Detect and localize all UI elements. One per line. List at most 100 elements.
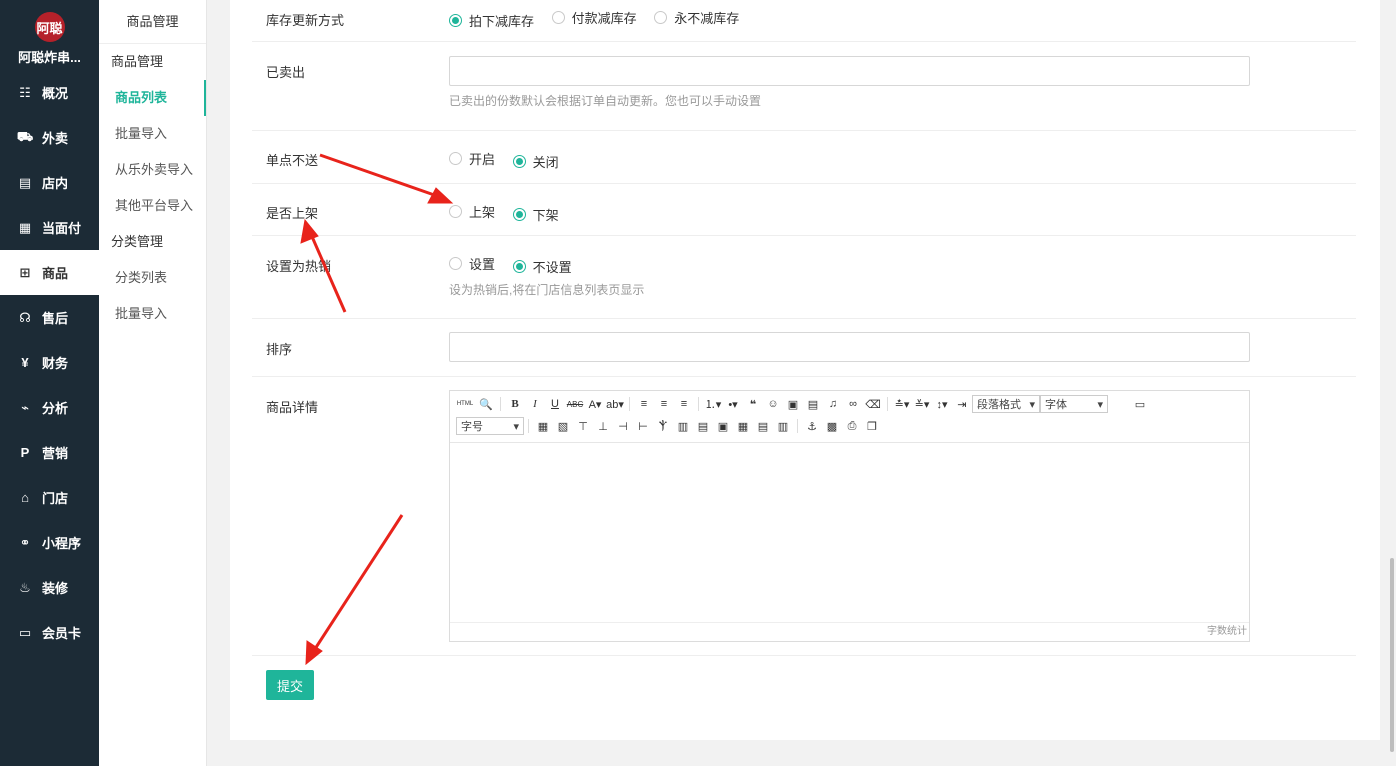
radio-shelf-on[interactable]: 上架 xyxy=(449,202,495,221)
goods-edit-form: 库存更新方式 拍下减库存 付款减库存 永不减库存 已卖出 已卖出的份数默认会根据… xyxy=(230,0,1380,740)
sidebar-item-pay[interactable]: ▦ 当面付 xyxy=(0,205,99,250)
sidebar-item-store[interactable]: ▤ 店内 xyxy=(0,160,99,205)
submit-button[interactable]: 提交 xyxy=(266,670,314,700)
radio-label: 设置 xyxy=(469,257,496,272)
font-color-icon[interactable]: A▾ xyxy=(585,395,605,413)
insert-table-icon[interactable]: ▦ xyxy=(533,417,553,435)
subnav-group-goods: 商品管理 xyxy=(111,54,164,69)
html-source-icon[interactable]: HTML xyxy=(454,395,476,413)
radio-stock-pay[interactable]: 付款减库存 xyxy=(551,8,637,27)
bold-icon[interactable]: B xyxy=(505,395,525,413)
radio-shelf-off[interactable]: 下架 xyxy=(512,205,559,224)
split-cells-icon[interactable]: ▦ xyxy=(733,417,753,435)
subnav-group-category: 分类管理 xyxy=(111,234,164,249)
subnav-item-category-list[interactable]: 分类列表 xyxy=(99,260,206,296)
merge-down-icon[interactable]: ▣ xyxy=(713,417,733,435)
row-spacing-top-icon[interactable]: ≛▾ xyxy=(892,395,912,413)
sidebar-item-finance[interactable]: ¥ 财务 xyxy=(0,340,99,385)
radio-hot-off[interactable]: 不设置 xyxy=(512,257,572,276)
print-icon[interactable]: ⎙ xyxy=(842,417,862,435)
main-sidebar: 阿聪 阿聪炸串... ☷ 概况 ⛟ 外卖 ▤ 店内 ▦ 当面付 ⊞ 商品 ☊ 售后 ¥ 财务 ⌁ 分析 P 营销 ⌂… xyxy=(0,0,99,766)
video-icon[interactable]: ▤ xyxy=(803,395,823,413)
paragraph-format-select[interactable]: 段落格式 ▾ xyxy=(972,395,1040,413)
delete-col-icon[interactable]: Ⲯ xyxy=(653,417,673,435)
blockquote-icon[interactable]: ❝ xyxy=(743,395,763,413)
page-scrollbar[interactable] xyxy=(1390,558,1394,752)
sidebar-item-miniprogram[interactable]: ⚭ 小程序 xyxy=(0,520,99,565)
sidebar-item-decoration[interactable]: ♨ 装修 xyxy=(0,565,99,610)
radio-label: 上架 xyxy=(469,205,496,220)
template-icon[interactable]: ❐ xyxy=(862,417,882,435)
insert-col-after-icon[interactable]: ⊢ xyxy=(633,417,653,435)
indent-icon[interactable]: ⇥ xyxy=(952,395,972,413)
split-rows-icon[interactable]: ▤ xyxy=(753,417,773,435)
toolbar-separator xyxy=(500,397,501,411)
eraser-icon[interactable]: ⌫ xyxy=(863,395,883,413)
insert-col-before-icon[interactable]: ⊣ xyxy=(613,417,633,435)
sidebar-item-label: 小程序 xyxy=(42,536,82,551)
highlight-icon[interactable]: ab▾ xyxy=(605,395,625,413)
toolbar-separator xyxy=(698,397,699,411)
align-right-icon[interactable]: ≡ xyxy=(674,395,694,413)
ordered-list-icon[interactable]: ⒈▾ xyxy=(703,395,723,413)
underline-icon[interactable]: U xyxy=(545,395,565,413)
sidebar-item-label: 门店 xyxy=(42,491,69,506)
overview-icon: ☷ xyxy=(19,84,31,100)
sort-input[interactable] xyxy=(449,332,1250,362)
align-left-icon[interactable]: ≡ xyxy=(634,395,654,413)
sidebar-item-overview[interactable]: ☷ 概况 xyxy=(0,70,99,115)
music-icon[interactable]: ♫ xyxy=(823,395,843,413)
page-break-icon[interactable]: ▩ xyxy=(822,417,842,435)
row-spacing-bottom-icon[interactable]: ≚▾ xyxy=(912,395,932,413)
radio-hot-on[interactable]: 设置 xyxy=(449,254,495,273)
font-family-select[interactable]: 字体 ▾ xyxy=(1040,395,1108,413)
fullscreen-icon[interactable]: ▭ xyxy=(1130,395,1150,413)
image-icon[interactable]: ▣ xyxy=(783,395,803,413)
anchor-icon[interactable]: ⚓ xyxy=(802,417,822,435)
insert-row-before-icon[interactable]: ⊤ xyxy=(573,417,593,435)
chevron-down-icon: ▾ xyxy=(513,420,519,433)
italic-icon[interactable]: I xyxy=(525,395,545,413)
sidebar-item-aftersale[interactable]: ☊ 售后 xyxy=(0,295,99,340)
brand[interactable]: 阿聪 阿聪炸串... xyxy=(0,0,99,70)
editor-body[interactable] xyxy=(450,443,1249,623)
sidebar-item-membercard[interactable]: ▭ 会员卡 xyxy=(0,610,99,655)
radio-stock-never[interactable]: 永不减库存 xyxy=(654,8,739,27)
font-size-select[interactable]: 字号 ▾ xyxy=(456,417,524,435)
insert-row-after-icon[interactable]: ⊥ xyxy=(593,417,613,435)
decoration-icon: ♨ xyxy=(19,579,31,595)
align-center-icon[interactable]: ≡ xyxy=(654,395,674,413)
radio-single-off[interactable]: 关闭 xyxy=(512,152,559,171)
chevron-down-icon: ▾ xyxy=(1029,398,1035,411)
sidebar-item-label: 商品 xyxy=(42,266,69,281)
preview-icon[interactable]: 🔍 xyxy=(476,395,496,413)
radio-stock-order[interactable]: 拍下减库存 xyxy=(449,11,534,30)
sold-input[interactable] xyxy=(449,56,1250,86)
strikethrough-icon[interactable]: ABC xyxy=(565,395,585,413)
unordered-list-icon[interactable]: •▾ xyxy=(723,395,743,413)
sidebar-item-label: 会员卡 xyxy=(42,626,82,641)
toolbar-separator xyxy=(887,397,888,411)
sold-help-text: 已卖出的份数默认会根据订单自动更新。您也可以手动设置 xyxy=(449,94,762,108)
sidebar-item-analysis[interactable]: ⌁ 分析 xyxy=(0,385,99,430)
emoji-icon[interactable]: ☺ xyxy=(763,395,783,413)
table-props-icon[interactable]: ▧ xyxy=(553,417,573,435)
subnav-item-goods-list[interactable]: 商品列表 xyxy=(99,80,206,116)
subnav-item-import-lewaimai[interactable]: 从乐外卖导入 xyxy=(99,152,206,188)
sidebar-item-shop[interactable]: ⌂ 门店 xyxy=(0,475,99,520)
sidebar-item-goods[interactable]: ⊞ 商品 xyxy=(0,250,99,295)
subnav-item-category-import[interactable]: 批量导入 xyxy=(99,296,206,332)
sidebar-item-marketing[interactable]: P 营销 xyxy=(0,430,99,475)
sidebar-item-delivery[interactable]: ⛟ 外卖 xyxy=(0,115,99,160)
radio-single-on[interactable]: 开启 xyxy=(449,149,495,168)
subnav-item-import-other[interactable]: 其他平台导入 xyxy=(99,188,206,224)
split-cols-icon[interactable]: ▥ xyxy=(773,417,793,435)
toolbar-separator xyxy=(629,397,630,411)
line-height-icon[interactable]: ↕▾ xyxy=(932,395,952,413)
merge-cells-icon[interactable]: ▥ xyxy=(673,417,693,435)
link-icon[interactable]: ∞ xyxy=(843,395,863,413)
radio-label: 永不减库存 xyxy=(674,11,740,26)
subnav-item-batch-import[interactable]: 批量导入 xyxy=(99,116,206,152)
radio-dot xyxy=(449,205,462,218)
merge-right-icon[interactable]: ▤ xyxy=(693,417,713,435)
